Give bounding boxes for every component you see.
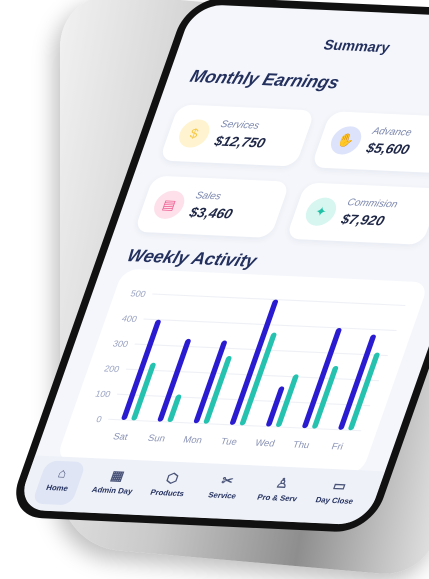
- tab-label: Pro & Serv: [255, 494, 298, 504]
- hand-coin-icon: ✋: [326, 125, 366, 156]
- x-tick-label: Mon: [182, 435, 204, 446]
- bag-icon: ♙: [273, 475, 292, 491]
- app-screen: Summary ••• Monthly Earnings $ Services …: [16, 4, 429, 526]
- piggy-icon: ✦: [301, 196, 341, 227]
- card-label: Services: [219, 118, 262, 131]
- card-commision[interactable]: ✦ Commision $7,920: [285, 182, 429, 245]
- gridline: [152, 293, 406, 307]
- money-bag-icon: $: [175, 118, 214, 149]
- card-advance[interactable]: ✋ Advance $5,600: [310, 111, 429, 174]
- receipt-icon: ▤: [149, 190, 189, 220]
- archive-icon: ▭: [330, 477, 349, 494]
- card-label: Commision: [345, 196, 400, 210]
- x-tick-label: Wed: [254, 438, 277, 449]
- tab-label: Admin Day: [90, 486, 134, 496]
- x-tick-label: Tue: [219, 436, 238, 447]
- monthly-earnings-heading: Monthly Earnings: [187, 67, 342, 93]
- tab-label: Home: [44, 484, 69, 494]
- tab-label: Products: [148, 489, 185, 499]
- y-tick-label: 0: [95, 414, 103, 424]
- tab-products[interactable]: ⬡ Products: [144, 470, 198, 499]
- card-label: Advance: [371, 125, 414, 138]
- y-tick-label: 200: [103, 364, 121, 374]
- weekly-activity-chart: 0 100 200 300 400 500 Sat Sun Mon Tue Wed Thu Fri: [94, 289, 406, 453]
- device-mockup: Summary ••• Monthly Earnings $ Services …: [0, 0, 429, 579]
- bar-tue-1[interactable]: [229, 299, 279, 425]
- card-value: $5,600: [364, 140, 412, 158]
- weekly-activity-card: 0 100 200 300 400 500 Sat Sun Mon Tue Wed Thu Fri: [55, 268, 429, 475]
- card-sales[interactable]: ▤ Sales $3,460: [134, 175, 291, 238]
- x-tick-label: Fri: [330, 441, 345, 452]
- x-tick-label: Thu: [291, 440, 311, 451]
- tab-home[interactable]: ⌂ Home: [31, 460, 88, 506]
- tab-label: Service: [206, 491, 237, 501]
- tab-day-close[interactable]: ▭ Day Close: [311, 477, 365, 506]
- card-value: $12,750: [212, 133, 268, 151]
- y-tick-label: 400: [120, 314, 138, 324]
- weekly-activity-heading: Weekly Activity: [124, 246, 260, 272]
- calendar-icon: ▦: [108, 467, 127, 484]
- card-value: $3,460: [187, 204, 235, 222]
- tab-admin-day[interactable]: ▦ Admin Day: [89, 467, 142, 496]
- home-icon: ⌂: [55, 465, 70, 481]
- card-services[interactable]: $ Services $12,750: [159, 104, 316, 167]
- x-tick-label: Sat: [111, 432, 129, 443]
- x-tick-label: Sun: [146, 433, 166, 444]
- tab-service[interactable]: ✂ Service: [199, 472, 253, 501]
- tab-label: Day Close: [314, 496, 355, 507]
- y-tick-label: 500: [129, 289, 147, 299]
- y-tick-label: 300: [112, 339, 130, 349]
- box-icon: ⬡: [164, 470, 181, 486]
- tab-pro-serv[interactable]: ♙ Pro & Serv: [254, 475, 308, 504]
- card-value: $7,920: [339, 211, 387, 229]
- card-label: Sales: [194, 189, 223, 202]
- scissors-icon: ✂: [219, 472, 236, 489]
- y-tick-label: 100: [94, 389, 112, 399]
- page-title: Summary: [321, 36, 393, 56]
